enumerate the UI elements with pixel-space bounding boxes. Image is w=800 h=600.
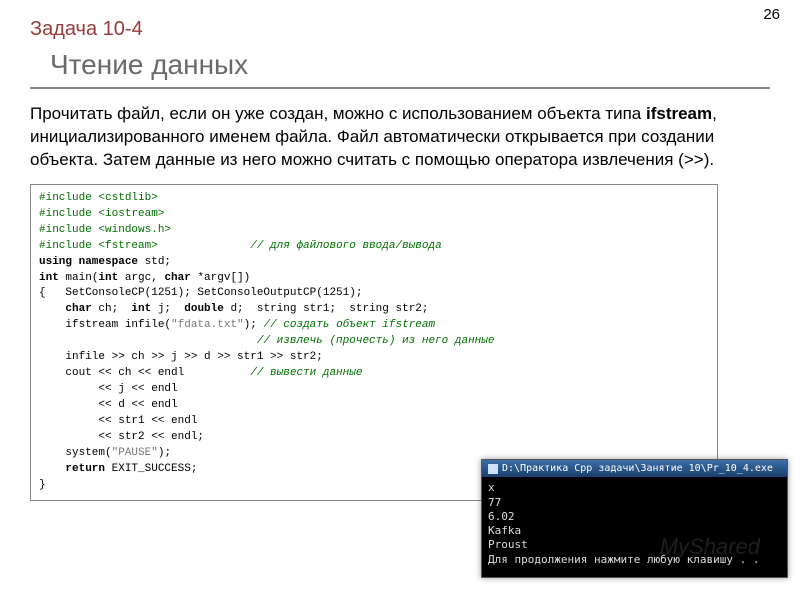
console-window: D:\Практика Cpp задачи\Занятие 10\Pr_10_… <box>481 459 788 578</box>
console-title-text: D:\Практика Cpp задачи\Занятие 10\Pr_10_… <box>502 463 773 474</box>
console-output: x 77 6.02 Kafka Proust Для продолжения н… <box>482 477 787 577</box>
page-number: 26 <box>763 6 780 23</box>
body-paragraph: Прочитать файл, если он уже создан, можн… <box>30 103 770 172</box>
console-titlebar: D:\Практика Cpp задачи\Занятие 10\Pr_10_… <box>482 460 787 477</box>
task-label: Задача 10-4 <box>30 18 770 41</box>
console-app-icon <box>488 464 498 474</box>
slide-root: 26 Задача 10-4 Чтение данных Прочитать ф… <box>0 0 800 600</box>
slide-title: Чтение данных <box>50 49 770 81</box>
title-underline <box>30 87 770 89</box>
code-listing: #include <cstdlib> #include <iostream> #… <box>30 184 718 501</box>
